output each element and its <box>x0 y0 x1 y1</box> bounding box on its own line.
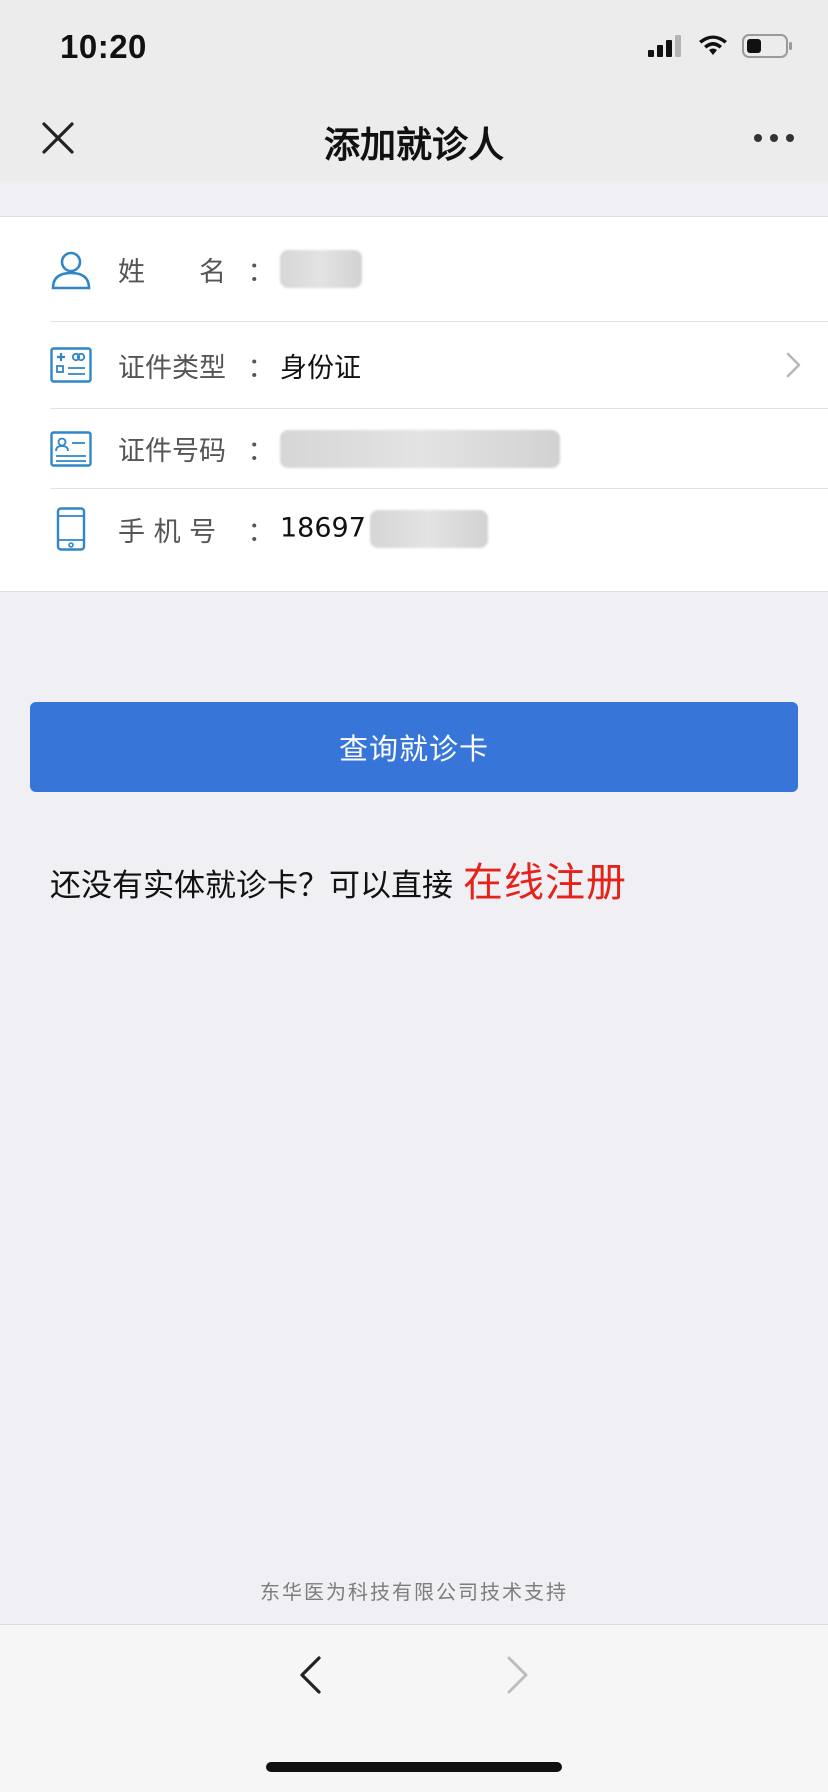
phone-icon <box>50 507 92 551</box>
id-type-row[interactable]: 证件类型 ： 身份证 <box>50 322 828 409</box>
tech-support-text: 东华医为科技有限公司技术支持 <box>260 1580 568 1604</box>
battery-icon <box>742 34 792 58</box>
name-label: 姓 名 <box>118 256 226 288</box>
id-card-icon <box>50 344 92 386</box>
more-options-icon[interactable] <box>754 134 794 144</box>
status-icons <box>648 34 794 58</box>
id-type-value[interactable]: 身份证 <box>280 346 361 385</box>
id-number-icon <box>50 428 92 470</box>
masked-text <box>280 250 362 288</box>
page: 10:20 添加就诊人 姓 名 ： 证件类型 ： 身份证 证件号码 ： 手 机 … <box>0 0 828 1792</box>
masked-text <box>369 510 488 548</box>
forward-arrow-icon[interactable] <box>494 1653 538 1697</box>
online-register-link[interactable]: 在线注册 <box>463 850 627 908</box>
masked-text <box>280 429 560 468</box>
person-icon <box>50 248 92 290</box>
phone-value[interactable]: 18697 <box>280 510 488 548</box>
signal-icon <box>648 35 681 57</box>
phone-row[interactable]: 手 机 号 ： 18697 <box>50 489 828 569</box>
nav-bar: 添加就诊人 <box>0 96 828 182</box>
id-number-label: 证件号码 <box>118 436 226 467</box>
patient-form: 姓 名 ： 证件类型 ： 身份证 证件号码 ： 手 机 号 ： 18697 <box>0 216 828 592</box>
status-time: 10:20 <box>60 28 147 65</box>
query-card-button[interactable]: 查询就诊卡 <box>30 702 798 792</box>
id-type-label: 证件类型 <box>118 352 226 384</box>
id-number-value[interactable] <box>280 429 560 468</box>
page-title: 添加就诊人 <box>323 125 504 166</box>
colon: ： <box>247 256 275 288</box>
status-bar: 10:20 <box>0 0 828 96</box>
chevron-right-icon <box>786 352 801 378</box>
back-arrow-icon[interactable] <box>290 1653 334 1697</box>
id-number-row[interactable]: 证件号码 ： <box>50 409 828 489</box>
wifi-icon <box>699 35 727 55</box>
register-hint-text: 还没有实体就诊卡？可以直接 <box>50 868 453 904</box>
home-indicator[interactable] <box>266 1762 562 1772</box>
name-row[interactable]: 姓 名 ： <box>50 217 828 322</box>
name-value[interactable] <box>280 250 362 288</box>
colon: ： <box>247 516 275 548</box>
colon: ： <box>247 352 275 384</box>
register-hint: 还没有实体就诊卡？可以直接 在线注册 <box>50 850 627 908</box>
colon: ： <box>247 436 275 467</box>
phone-label: 手 机 号 <box>118 516 217 548</box>
